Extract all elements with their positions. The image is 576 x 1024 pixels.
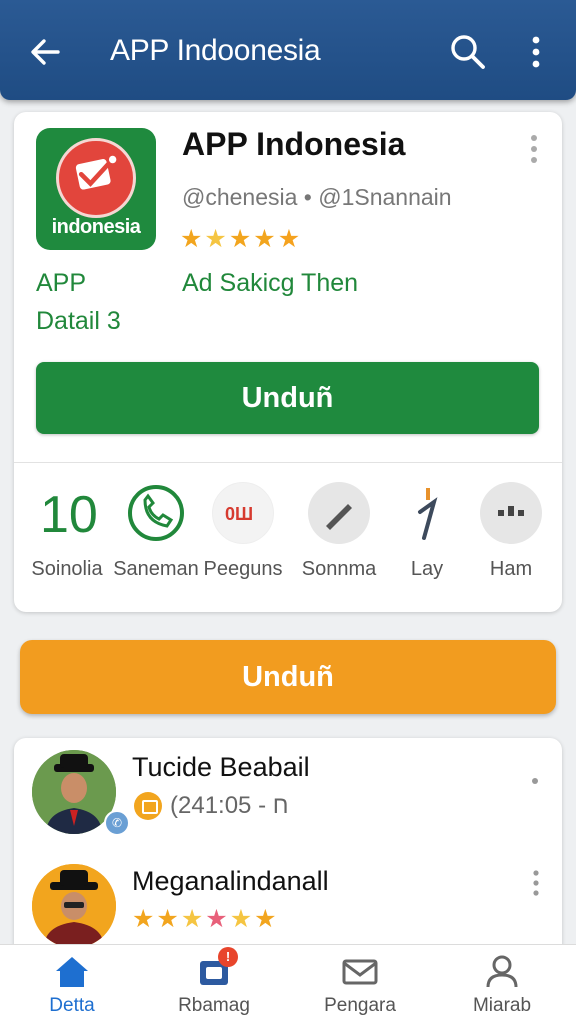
- rating-stars: ★ ★ ★ ★ ★: [180, 226, 300, 252]
- star-icon: ★: [229, 905, 253, 933]
- person-name: Meganalindanall: [132, 866, 329, 896]
- page-title: APP Indoonesia: [110, 34, 321, 67]
- avatar[interactable]: [32, 864, 116, 948]
- nav-item-detta[interactable]: Detta: [12, 951, 132, 1017]
- bottom-nav: Detta ! Rbamag Pengara Miarab: [0, 944, 576, 1024]
- star-icon: ★: [228, 225, 252, 253]
- more-vert-icon[interactable]: [522, 30, 550, 74]
- download-button[interactable]: Unduñ: [20, 640, 556, 714]
- search-icon[interactable]: [446, 30, 490, 74]
- app-bar: APP Indoonesia: [0, 0, 576, 100]
- install-button[interactable]: Unduñ: [36, 362, 539, 434]
- inbox-icon: !: [194, 947, 238, 991]
- category-item[interactable]: Lay: [382, 482, 472, 581]
- phone-icon: [125, 482, 187, 544]
- chart-icon: [480, 482, 542, 544]
- category-item[interactable]: 10 Soinolia: [22, 482, 112, 581]
- nav-item-rbamag[interactable]: ! Rbamag: [154, 947, 274, 1017]
- star-icon: ★: [180, 225, 203, 253]
- notification-badge: !: [218, 947, 238, 967]
- more-vert-icon[interactable]: [524, 132, 544, 166]
- rating-stars: ★ ★ ★ ★ ★ ★: [132, 906, 277, 932]
- pen-icon: [308, 482, 370, 544]
- mail-icon: [340, 951, 380, 991]
- app-logo: indonesia: [36, 128, 156, 250]
- person-icon: [482, 951, 522, 991]
- grid-icon: 0Ш: [212, 482, 274, 544]
- person-name: Tucide Beabail: [132, 752, 310, 782]
- app-detail-card: indonesia APP Indonesia @chenesia • @1Sn…: [14, 112, 562, 612]
- logo-text: indonesia: [51, 216, 141, 238]
- svg-text:10: 10: [40, 486, 98, 544]
- star-icon: ★: [205, 905, 228, 933]
- reviews-card: ✆ Tucide Beabail (24ח - 1:05 Meganalinda…: [14, 738, 562, 968]
- app-title: APP Indonesia: [182, 126, 406, 162]
- app-developer: @chenesia • @1Snannain: [182, 184, 452, 210]
- divider: [14, 462, 562, 463]
- svg-text:0Ш: 0Ш: [225, 504, 253, 524]
- more-dot-icon[interactable]: [532, 778, 538, 784]
- checkmark-logo-icon: [56, 138, 136, 218]
- star-icon: ★: [204, 225, 227, 253]
- person-meta: (24ח - 1:05: [134, 792, 289, 820]
- star-icon: ★: [277, 225, 301, 253]
- number-10-icon: 10: [36, 482, 98, 544]
- nav-item-miarab[interactable]: Miarab: [442, 951, 562, 1017]
- category-item[interactable]: Sonnma: [294, 482, 384, 581]
- star-icon: ★: [253, 225, 276, 253]
- nav-item-pengara[interactable]: Pengara: [300, 951, 420, 1017]
- star-icon: ★: [156, 905, 179, 933]
- calendar-icon: [134, 792, 162, 820]
- star-icon: ★: [180, 905, 204, 933]
- category-item[interactable]: Ham: [466, 482, 556, 581]
- more-vert-icon[interactable]: [526, 868, 546, 898]
- category-item[interactable]: 0Ш Peeguns: [198, 482, 288, 581]
- star-icon: ★: [254, 905, 277, 933]
- status-badge: ✆: [104, 810, 130, 836]
- app-detail-label: APP Datail 3: [36, 269, 121, 335]
- home-icon: [52, 951, 92, 991]
- star-icon: ★: [132, 905, 155, 933]
- app-tagline: Ad Sakicg Then: [182, 269, 359, 297]
- category-item[interactable]: Saneman: [111, 482, 201, 581]
- arrow-left-icon[interactable]: [24, 30, 68, 74]
- pin-icon: [396, 482, 458, 544]
